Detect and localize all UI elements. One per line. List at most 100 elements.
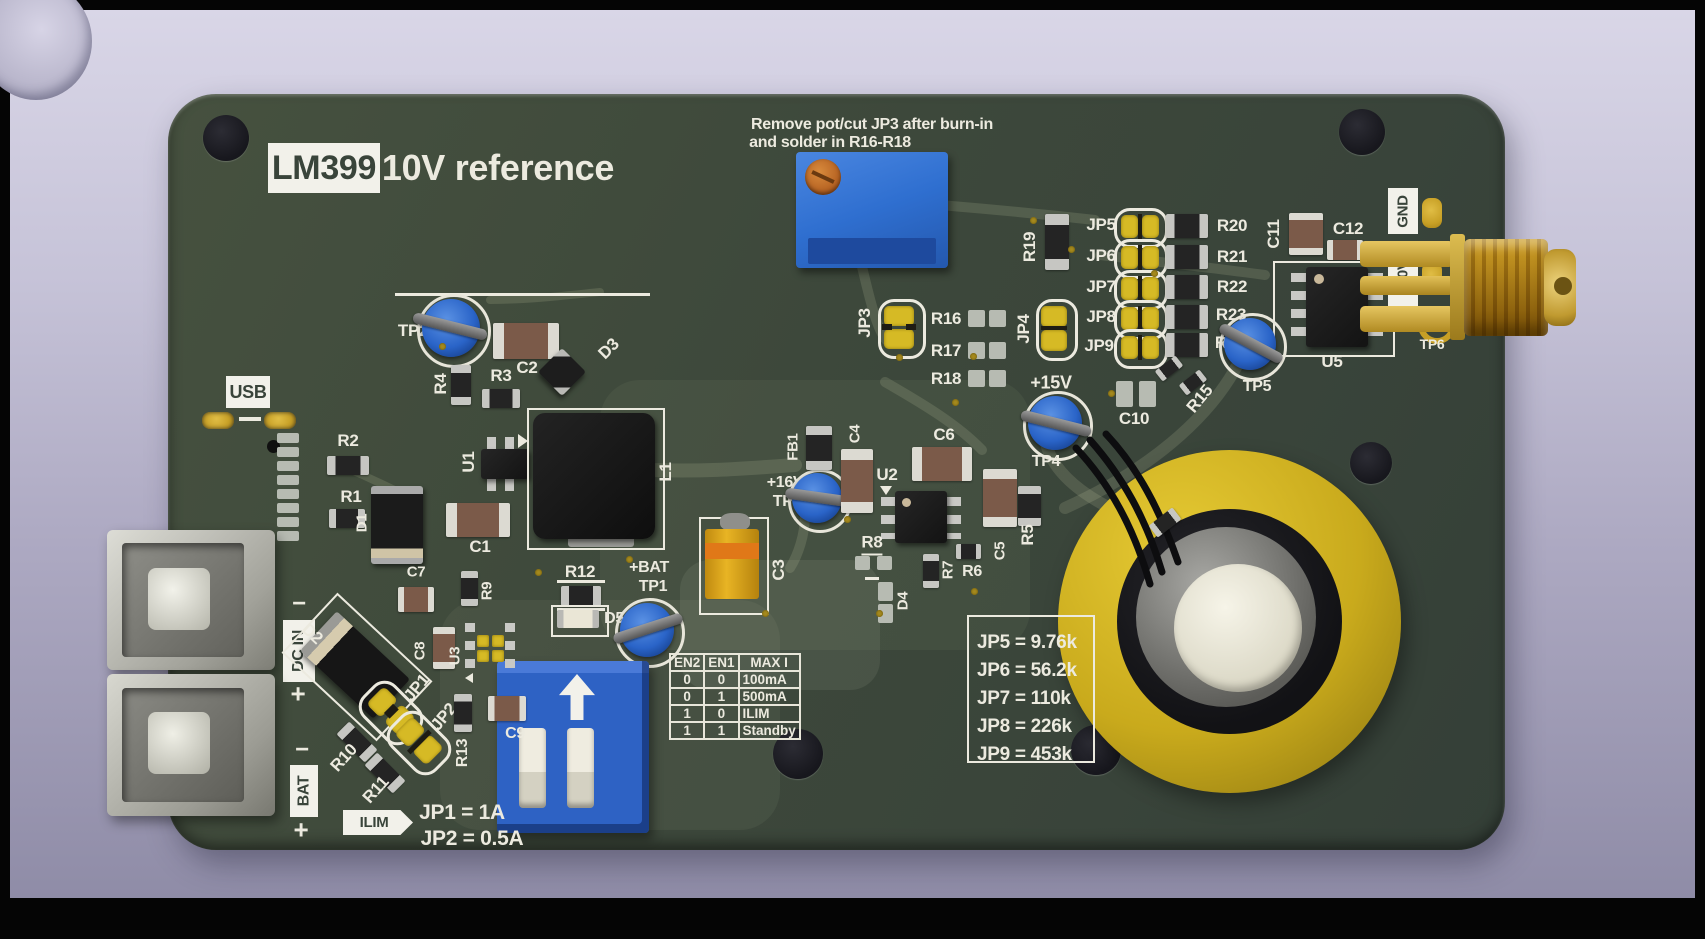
label-jp7: JP7 <box>1086 277 1115 297</box>
via <box>762 610 769 617</box>
pcb-render-page: LM399 10V reference Remove pot/cut JP3 a… <box>0 0 1705 939</box>
via <box>876 610 883 617</box>
resistor-r3 <box>482 389 520 408</box>
label-l1: L1 <box>656 462 676 481</box>
title-name: 10V reference <box>382 147 614 189</box>
en-cell: Standby <box>739 722 800 739</box>
label-r7: R7 <box>940 561 957 580</box>
resistor-r13 <box>454 694 472 732</box>
label-c2: C2 <box>516 358 537 378</box>
label-r22: R22 <box>1217 277 1247 297</box>
en-cell: 500mA <box>739 688 800 705</box>
jumper-jp4 <box>1036 299 1078 361</box>
label-r12: R12 <box>565 562 595 582</box>
pad-r8 <box>877 556 892 570</box>
resistor-r9 <box>461 571 478 606</box>
resistor-r12 <box>561 586 601 606</box>
usb-pin-pad <box>277 475 299 485</box>
label-r4: R4 <box>431 373 451 394</box>
en-cell: 0 <box>670 688 704 705</box>
label-u2: U2 <box>876 465 897 485</box>
label-u3: U3 <box>447 647 464 666</box>
sma-flange <box>1450 234 1465 340</box>
u3-thermal-pad <box>492 650 504 662</box>
label-c3: C3 <box>769 559 789 580</box>
label-r20: R20 <box>1217 216 1247 236</box>
jumper-jp9 <box>1114 329 1168 369</box>
resistor-r24 <box>1166 333 1208 357</box>
label-bat: BAT <box>295 776 313 807</box>
en-cell: 1 <box>704 722 738 739</box>
label-r5: R5 <box>1018 524 1038 545</box>
label-c7: C7 <box>407 564 426 581</box>
label-tp6: TP6 <box>1420 336 1445 352</box>
u5-pin1-dot <box>1314 274 1324 284</box>
label-d4: D4 <box>895 592 912 611</box>
label-r16: R16 <box>931 309 961 329</box>
u3-pads <box>465 623 475 671</box>
note-line1: Remove pot/cut JP3 after burn-in <box>751 116 993 134</box>
cap-c12 <box>1327 240 1363 260</box>
jp-value-row: JP9 = 453k <box>977 744 1072 766</box>
label-tp5: TP5 <box>1243 378 1271 396</box>
label-u5: U5 <box>1321 352 1342 372</box>
pad-r18 <box>989 370 1006 387</box>
pad-c10 <box>1116 381 1133 407</box>
mounting-hole <box>1339 109 1385 155</box>
en-cell: 0 <box>704 671 738 688</box>
en-cell: 1 <box>704 688 738 705</box>
en-header: MAX I <box>739 654 800 671</box>
sma-pin <box>1360 276 1454 295</box>
via <box>1030 217 1037 224</box>
label-jp4: JP4 <box>1014 314 1034 343</box>
label-d1: D1 <box>354 514 371 533</box>
render-backdrop: LM399 10V reference Remove pot/cut JP3 a… <box>10 10 1695 898</box>
label-gnd: GND <box>1395 195 1412 227</box>
cap-c5 <box>983 469 1017 527</box>
label-r21: R21 <box>1217 247 1247 267</box>
pad-r17 <box>989 342 1006 359</box>
dcin-minus-mark: − <box>292 590 306 618</box>
jp-value-row: JP5 = 9.76k <box>977 632 1077 654</box>
cap-c7 <box>398 587 434 612</box>
pad-r18 <box>968 370 985 387</box>
label-r2: R2 <box>337 431 358 451</box>
inductor-l1 <box>533 413 655 539</box>
cap-c2 <box>493 323 559 359</box>
usb-pin-pad <box>277 503 299 513</box>
label-jp8: JP8 <box>1086 307 1115 327</box>
via <box>971 588 978 595</box>
u3-pads <box>505 623 515 671</box>
dip-slider[interactable] <box>567 728 594 808</box>
usb-pin-pad <box>277 517 299 527</box>
label-c1: C1 <box>469 537 490 557</box>
label-c4: C4 <box>847 425 864 444</box>
r8-silk-dash <box>865 577 879 580</box>
label-c8: C8 <box>412 642 429 661</box>
label-r3: R3 <box>490 366 511 386</box>
resistor-r23 <box>1166 305 1208 329</box>
label-c9: C9 <box>505 725 525 743</box>
sma-barrel <box>1464 239 1548 336</box>
u3-thermal-pad <box>477 650 489 662</box>
label-r13: R13 <box>454 739 472 767</box>
ferrite-fb1 <box>806 426 832 470</box>
label-jp6: JP6 <box>1086 246 1115 266</box>
label-p15v: +15V <box>1030 373 1071 394</box>
sma-pin <box>1360 306 1454 332</box>
jp-value-row: JP6 = 56.2k <box>977 660 1077 682</box>
bat-connector-pin <box>148 712 210 774</box>
u1-pins <box>487 479 523 491</box>
label-tp4: TP4 <box>1032 453 1060 471</box>
pad-d4 <box>878 582 893 601</box>
label-usb: USB <box>229 382 266 403</box>
ilim-jp1-value: JP1 = 1A <box>419 801 505 825</box>
label-jp3: JP3 <box>855 308 875 337</box>
usb-pin-pad <box>277 461 299 471</box>
label-fb1: FB1 <box>785 433 802 460</box>
en-cell: 100mA <box>739 671 800 688</box>
cap-c11 <box>1289 213 1323 255</box>
label-pbat: +BAT <box>629 559 669 577</box>
usb-shield-pad <box>202 412 234 429</box>
en-cell: 0 <box>670 671 704 688</box>
